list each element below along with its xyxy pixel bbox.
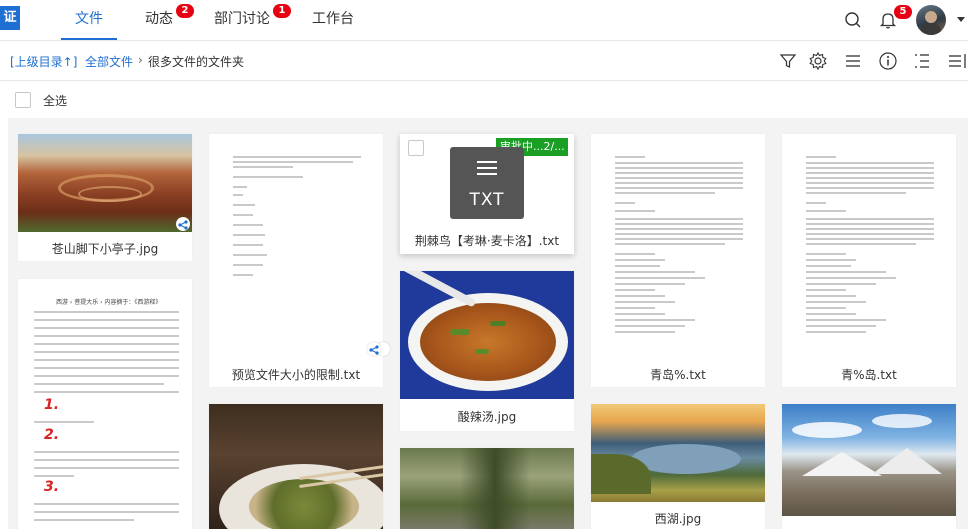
document-preview [615,156,745,346]
current-folder-name: 很多文件的文件夹 [148,55,245,69]
file-thumbnail [782,404,956,516]
list-number: 3. [44,479,60,495]
sort-icon[interactable] [912,51,932,71]
filter-icon[interactable] [778,51,798,71]
file-card[interactable]: 西游 › 菩提大乐 › 内容摘于：《西游释》 1. 2. 3. [18,279,390,529]
tab-department-discussion[interactable]: 部门讨论 [214,0,270,40]
file-card[interactable]: 预览文件大小的限制.txt [209,134,383,387]
file-type-label: TXT [469,190,505,210]
document-preview: 西游 › 菩提大乐 › 内容摘于：《西游释》 1. 2. 3. [34,297,179,529]
tab-workbench-label: 工作台 [312,11,354,27]
parent-directory-link[interactable]: [上级目录↑] [10,53,77,70]
avatar[interactable] [916,5,946,35]
file-card[interactable] [400,448,574,529]
file-name: 西湖.jpg [654,512,702,526]
file-thumbnail [400,271,574,399]
share-icon[interactable] [367,342,381,356]
file-name: 青岛%.txt [650,368,706,382]
settings-icon[interactable] [808,51,828,71]
top-nav: 证 文件 动态 2 部门讨论 1 工作台 5 [0,0,968,41]
file-card[interactable] [782,404,956,529]
notification-badge: 5 [894,5,912,19]
file-name: 酸辣汤.jpg [457,410,517,424]
activity-badge: 2 [176,4,194,18]
all-files-link[interactable]: 全部文件 [85,53,133,70]
file-name: 青%岛.txt [841,368,897,382]
file-thumbnail [18,134,192,232]
select-all-bar: 全选 [0,81,968,117]
file-card[interactable]: 青岛%.txt [591,134,765,387]
document-header-line: 西游 › 菩提大乐 › 内容摘于：《西游释》 [56,299,162,306]
select-all-label: 全选 [43,94,68,108]
file-thumbnail [591,404,765,502]
list-number: 1. [44,397,60,413]
file-name: 荆棘鸟【考琳·麦卡洛】.txt [414,234,560,248]
txt-file-icon: TXT [450,147,524,219]
search-icon[interactable] [842,9,864,31]
file-name: 预览文件大小的限制.txt [231,368,361,382]
document-preview [806,156,936,346]
info-icon[interactable] [878,51,898,71]
file-name: 苍山脚下小亭子.jpg [51,242,159,256]
tab-files[interactable]: 文件 [61,0,117,40]
breadcrumb-separator: › [138,53,143,67]
tab-files-label: 文件 [75,11,103,27]
file-checkbox[interactable] [408,140,424,156]
file-grid: 苍山脚下小亭子.jpg 预览文件大小的限制.txt 审批中...2/... TX… [8,118,968,529]
list-view-icon[interactable] [843,51,863,71]
discussion-badge: 1 [273,4,291,18]
select-all-checkbox[interactable] [15,92,31,108]
list-number: 2. [44,427,60,443]
file-thumbnail [400,448,574,529]
file-card[interactable]: 酸辣汤.jpg [400,271,574,431]
chevron-down-icon[interactable] [957,17,965,22]
file-card[interactable]: 审批中...2/... TXT 荆棘鸟【考琳·麦卡洛】.txt [400,134,574,254]
columns-icon[interactable] [946,51,966,71]
file-card[interactable]: 苍山脚下小亭子.jpg [18,134,192,261]
app-logo[interactable]: 证 [0,6,20,30]
file-card[interactable] [209,404,383,529]
file-card[interactable]: 西湖.jpg [591,404,765,529]
file-card[interactable]: 青%岛.txt [782,134,956,387]
tab-workbench[interactable]: 工作台 [312,0,354,40]
active-tab-indicator [61,38,117,40]
breadcrumb: [上级目录↑] 全部文件 › 很多文件的文件夹 [0,41,968,81]
file-thumbnail [209,404,383,529]
tab-activity[interactable]: 动态 [145,0,173,40]
share-icon[interactable] [176,217,190,231]
tab-discussion-label: 部门讨论 [214,11,270,27]
document-preview [233,156,363,276]
tab-activity-label: 动态 [145,11,173,27]
